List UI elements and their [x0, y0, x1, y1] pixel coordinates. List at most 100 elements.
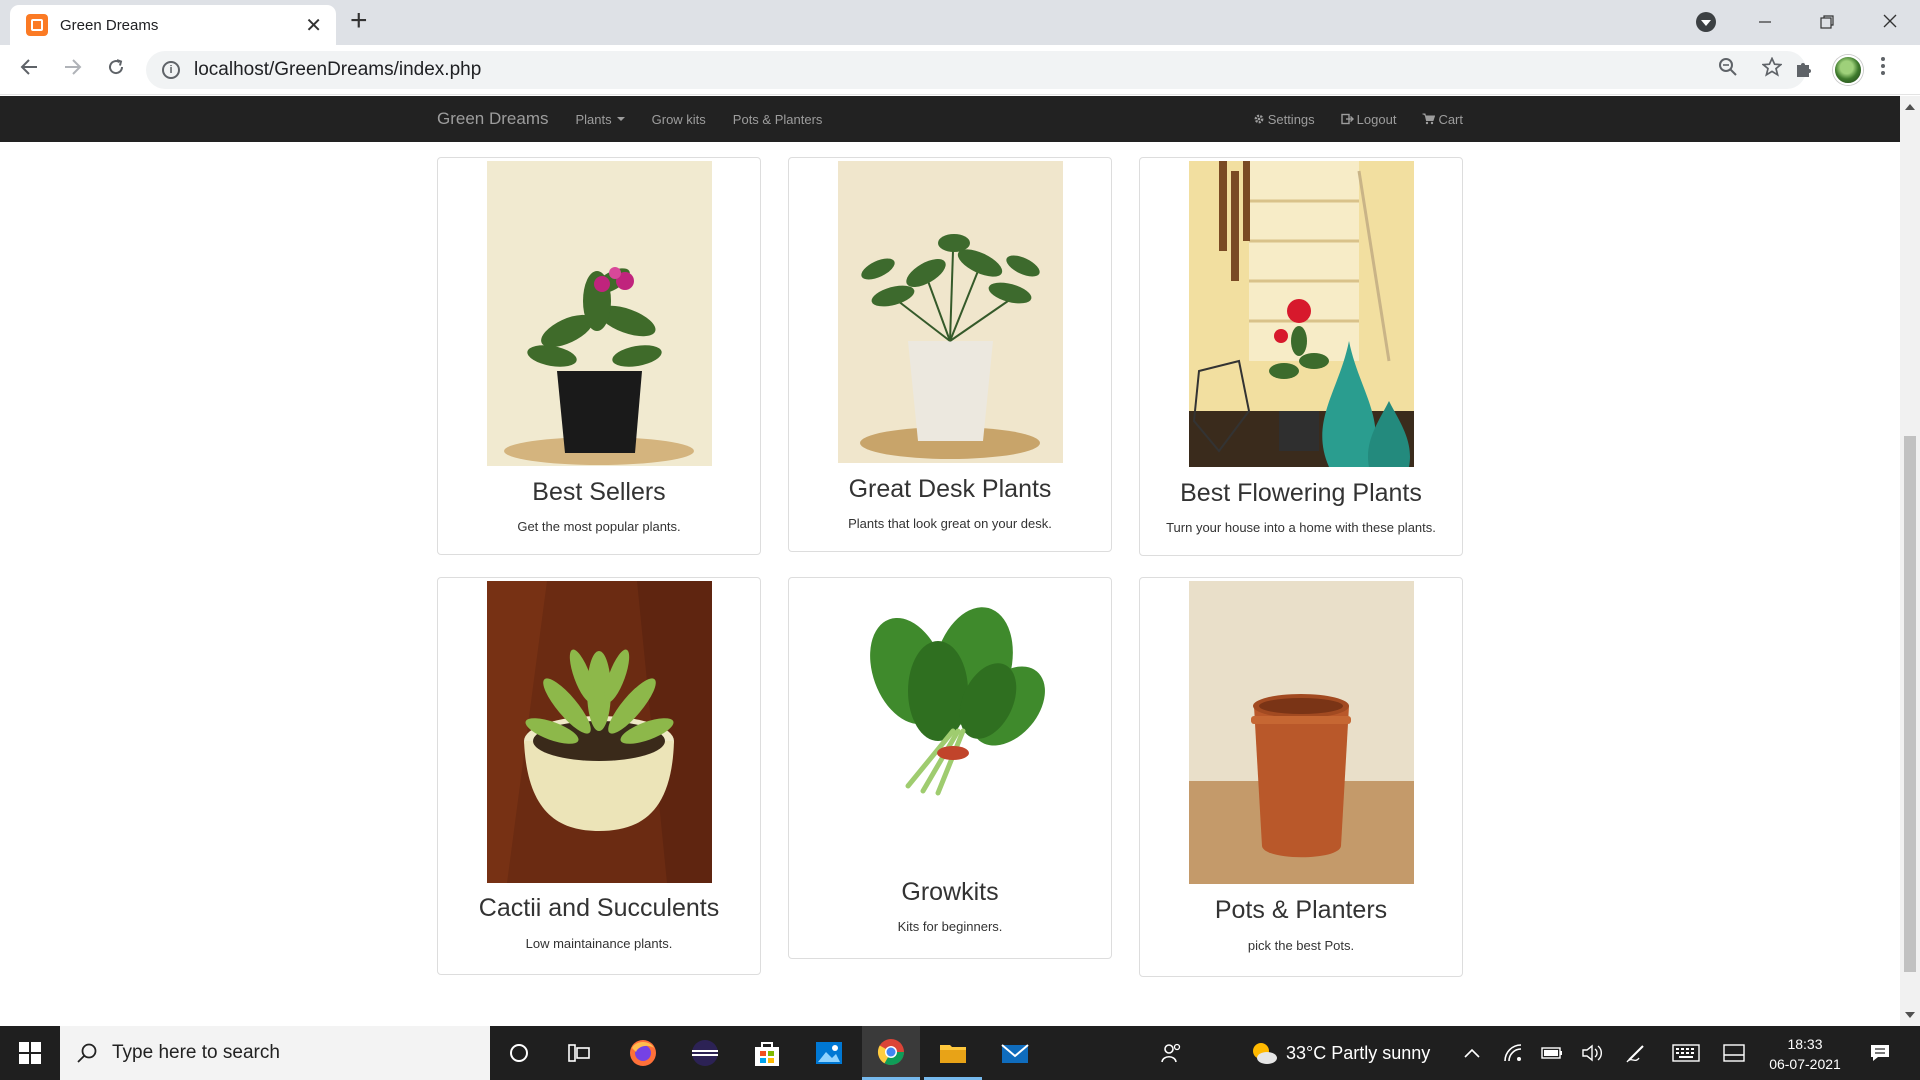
scrollbar-thumb[interactable]	[1904, 436, 1916, 972]
back-arrow-icon	[20, 59, 37, 75]
category-card-desk-plants[interactable]: Great Desk Plants Plants that look great…	[788, 157, 1112, 552]
cortana-button[interactable]	[490, 1026, 548, 1080]
chrome-icon	[877, 1038, 905, 1065]
pen-workspace-icon[interactable]	[1622, 1026, 1650, 1080]
navbar-brand[interactable]: Green Dreams	[437, 109, 548, 129]
category-card-best-sellers[interactable]: Best Sellers Get the most popular plants…	[437, 157, 761, 555]
nav-plants-label: Plants	[575, 111, 612, 127]
zoom-icon[interactable]	[1718, 57, 1738, 83]
taskbar-file-explorer[interactable]	[924, 1026, 982, 1080]
scroll-down-arrow-icon[interactable]	[1905, 1012, 1915, 1018]
taskbar-clock[interactable]: 18:33 06-07-2021	[1760, 1034, 1850, 1074]
back-button[interactable]	[13, 54, 45, 86]
nav-growkits-link[interactable]: Grow kits	[652, 112, 706, 127]
taskbar-search-box[interactable]: Type here to search	[60, 1026, 490, 1080]
reload-icon	[109, 59, 124, 75]
restore-button[interactable]	[1807, 6, 1847, 38]
reload-button[interactable]	[100, 54, 132, 86]
store-bag-icon	[755, 1042, 779, 1066]
partly-sunny-icon	[1253, 1043, 1277, 1064]
cortana-circle-icon	[510, 1044, 528, 1062]
nav-logout-label: Logout	[1356, 111, 1397, 127]
mail-envelope-icon	[1001, 1044, 1029, 1063]
card-description: Turn your house into a home with these p…	[1166, 520, 1436, 535]
notification-icon	[1871, 1045, 1889, 1061]
forward-arrow-icon	[65, 59, 82, 75]
bookmark-star-icon[interactable]	[1761, 56, 1783, 83]
card-description: Low maintainance plants.	[525, 936, 673, 951]
close-icon	[1883, 14, 1897, 28]
card-title: Cactii and Succulents	[478, 894, 720, 922]
minimize-button[interactable]	[1745, 6, 1785, 38]
url-text[interactable]: localhost/GreenDreams/index.php	[194, 59, 1718, 81]
plant-image-growkits	[838, 581, 1063, 869]
minimize-icon	[1759, 21, 1771, 23]
address-bar[interactable]: i localhost/GreenDreams/index.php	[146, 51, 1806, 89]
restore-icon	[1820, 15, 1834, 29]
logout-icon	[1340, 113, 1354, 125]
plant-image-best-sellers	[487, 161, 712, 466]
tab-search-icon[interactable]	[1696, 12, 1716, 32]
nav-cart-label: Cart	[1438, 111, 1463, 127]
folder-icon	[940, 1044, 966, 1063]
page-scrollbar[interactable]	[1900, 96, 1920, 1026]
site-navbar: Green Dreams Plants Grow kits Pots & Pla…	[0, 96, 1900, 142]
scroll-up-arrow-icon[interactable]	[1905, 104, 1915, 110]
eclipse-icon	[692, 1040, 718, 1066]
card-title: Great Desk Plants	[848, 475, 1052, 503]
card-description: Kits for beginners.	[897, 919, 1003, 934]
firefox-icon	[630, 1040, 656, 1066]
forward-button[interactable]	[57, 54, 89, 86]
action-center-button[interactable]	[1862, 1026, 1898, 1080]
nav-logout-link[interactable]: Logout	[1340, 111, 1397, 127]
search-icon	[77, 1043, 97, 1063]
volume-icon[interactable]	[1578, 1026, 1606, 1080]
weather-widget[interactable]: 33°C Partly sunny	[1250, 1026, 1450, 1080]
nav-cart-link[interactable]: Cart	[1422, 112, 1463, 127]
menu-kebab-icon[interactable]	[1880, 55, 1886, 83]
caret-down-icon	[616, 117, 625, 121]
show-hidden-icons-button[interactable]	[1460, 1026, 1484, 1080]
nav-pots-link[interactable]: Pots & Planters	[733, 112, 823, 127]
taskbar-mail[interactable]	[986, 1026, 1044, 1080]
category-card-succulents[interactable]: Cactii and Succulents Low maintainance p…	[437, 577, 761, 975]
profile-avatar[interactable]	[1833, 55, 1863, 85]
photos-icon	[816, 1042, 842, 1064]
search-placeholder: Type here to search	[112, 1042, 280, 1063]
taskbar-firefox[interactable]	[614, 1026, 672, 1080]
nav-settings-link[interactable]: Settings	[1253, 112, 1315, 127]
plant-image-desk-plants	[838, 161, 1063, 463]
battery-icon[interactable]	[1538, 1026, 1566, 1080]
gear-icon	[1254, 114, 1264, 124]
category-card-growkits[interactable]: Growkits Kits for beginners.	[788, 577, 1112, 959]
tab-close-icon[interactable]: ✕	[305, 13, 322, 38]
xampp-favicon-icon	[26, 14, 48, 36]
browser-toolbar: i localhost/GreenDreams/index.php	[0, 45, 1920, 95]
plant-image-pots-planters	[1189, 581, 1414, 884]
category-card-flowering-plants[interactable]: Best Flowering Plants Turn your house in…	[1139, 157, 1463, 556]
nav-plants-dropdown[interactable]: Plants	[575, 111, 625, 127]
network-icon[interactable]	[1500, 1026, 1528, 1080]
plant-image-flowering-plants	[1189, 161, 1414, 467]
taskbar-store[interactable]	[738, 1026, 796, 1080]
site-info-icon[interactable]: i	[162, 61, 180, 79]
browser-tab[interactable]: Green Dreams ✕	[10, 5, 336, 45]
category-card-pots-planters[interactable]: Pots & Planters pick the best Pots.	[1139, 577, 1463, 977]
people-button[interactable]	[1142, 1026, 1200, 1080]
task-view-button[interactable]	[550, 1026, 608, 1080]
tablet-mode-icon[interactable]	[1720, 1026, 1748, 1080]
taskbar-chrome[interactable]	[862, 1026, 920, 1080]
clock-date: 06-07-2021	[1769, 1056, 1841, 1072]
taskbar-photos[interactable]	[800, 1026, 858, 1080]
clock-time: 18:33	[1787, 1036, 1823, 1052]
chevron-up-icon	[1464, 1048, 1480, 1058]
browser-tab-strip: Green Dreams ✕ +	[0, 0, 1920, 45]
close-window-button[interactable]	[1870, 6, 1910, 38]
card-description: pick the best Pots.	[1247, 938, 1355, 953]
taskbar-eclipse[interactable]	[676, 1026, 734, 1080]
start-button[interactable]	[0, 1026, 60, 1080]
new-tab-button[interactable]: +	[350, 6, 368, 36]
card-description: Plants that look great on your desk.	[848, 516, 1052, 531]
extensions-puzzle-icon[interactable]	[1794, 59, 1814, 85]
touch-keyboard-icon[interactable]	[1670, 1026, 1702, 1080]
